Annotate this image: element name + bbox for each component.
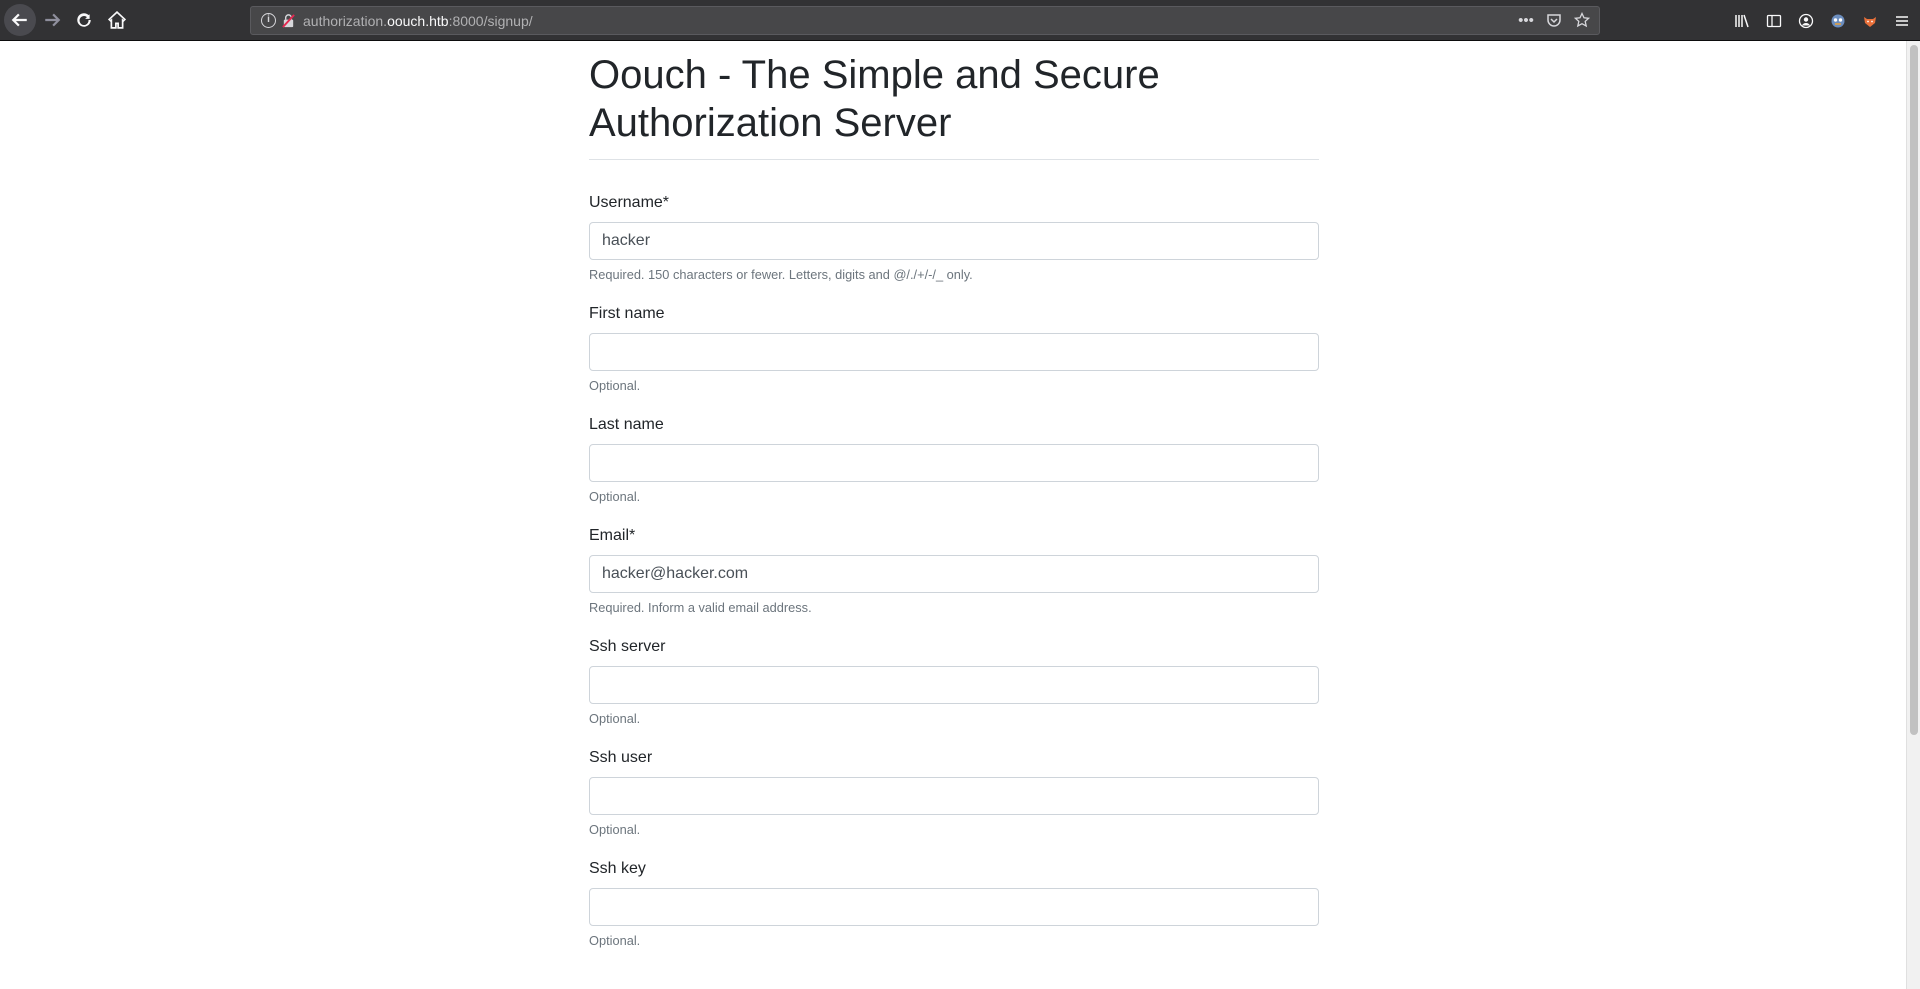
first-name-help: Optional. xyxy=(589,378,641,393)
url-host: oouch.htb xyxy=(387,13,449,29)
more-icon[interactable]: ••• xyxy=(1517,11,1535,29)
ssh-key-input[interactable] xyxy=(589,888,1319,926)
username-label: Username* xyxy=(589,194,670,211)
account-icon[interactable] xyxy=(1794,9,1818,33)
field-username: Username* Required. 150 characters or fe… xyxy=(589,194,1319,282)
arrow-left-icon xyxy=(11,13,27,27)
reload-button[interactable] xyxy=(68,4,100,36)
first-name-label: First name xyxy=(589,305,665,322)
ssh-server-label: Ssh server xyxy=(589,638,666,655)
ssh-user-help: Optional. xyxy=(589,822,641,837)
username-help: Required. 150 characters or fewer. Lette… xyxy=(589,267,973,282)
field-ssh-key: Ssh key Optional. xyxy=(589,860,1319,948)
signup-form: Username* Required. 150 characters or fe… xyxy=(589,194,1319,948)
page-scrollbar[interactable] xyxy=(1906,41,1920,989)
email-help: Required. Inform a valid email address. xyxy=(589,600,812,615)
forward-button[interactable] xyxy=(36,4,68,36)
arrow-right-icon xyxy=(45,13,61,27)
url-bar[interactable]: i authorization.oouch.htb:8000/signup/ •… xyxy=(250,6,1600,35)
info-icon[interactable]: i xyxy=(261,13,276,28)
field-ssh-server: Ssh server Optional. xyxy=(589,638,1319,726)
last-name-input[interactable] xyxy=(589,444,1319,482)
url-suffix: :8000/signup/ xyxy=(448,13,533,29)
ssh-server-input[interactable] xyxy=(589,666,1319,704)
sidebar-icon[interactable] xyxy=(1762,9,1786,33)
menu-icon[interactable] xyxy=(1890,9,1914,33)
url-prefix: authorization. xyxy=(303,13,388,29)
ssh-key-label: Ssh key xyxy=(589,860,646,877)
ssh-user-label: Ssh user xyxy=(589,749,653,766)
browser-toolbar: i authorization.oouch.htb:8000/signup/ •… xyxy=(0,0,1920,41)
url-text[interactable]: authorization.oouch.htb:8000/signup/ xyxy=(303,13,533,29)
field-email: Email* Required. Inform a valid email ad… xyxy=(589,527,1319,615)
reload-icon xyxy=(77,13,91,27)
ssh-server-help: Optional. xyxy=(589,711,641,726)
first-name-input[interactable] xyxy=(589,333,1319,371)
toolbar-right xyxy=(1730,0,1920,41)
back-button[interactable] xyxy=(4,4,36,36)
page-title: Oouch - The Simple and Secure Authorizat… xyxy=(589,51,1319,160)
library-icon[interactable] xyxy=(1730,9,1754,33)
field-ssh-user: Ssh user Optional. xyxy=(589,749,1319,837)
signup-container: Oouch - The Simple and Secure Authorizat… xyxy=(589,41,1319,971)
home-button[interactable] xyxy=(101,4,133,36)
insecure-lock-icon[interactable] xyxy=(281,13,296,28)
email-input[interactable] xyxy=(589,555,1319,593)
last-name-label: Last name xyxy=(589,416,664,433)
scrollbar-thumb[interactable] xyxy=(1910,45,1918,735)
ssh-user-input[interactable] xyxy=(589,777,1319,815)
last-name-help: Optional. xyxy=(589,489,641,504)
home-icon xyxy=(108,11,126,29)
username-input[interactable] xyxy=(589,222,1319,260)
extension-fox-icon[interactable] xyxy=(1858,9,1882,33)
email-label: Email* xyxy=(589,527,636,544)
field-first-name: First name Optional. xyxy=(589,305,1319,393)
page-viewport: Oouch - The Simple and Secure Authorizat… xyxy=(0,41,1906,989)
field-last-name: Last name Optional. xyxy=(589,416,1319,504)
bookmark-star-icon[interactable] xyxy=(1573,11,1591,29)
ssh-key-help: Optional. xyxy=(589,933,641,948)
page-actions: ••• xyxy=(1517,11,1591,29)
extension-icon[interactable] xyxy=(1826,9,1850,33)
pocket-icon[interactable] xyxy=(1545,11,1563,29)
